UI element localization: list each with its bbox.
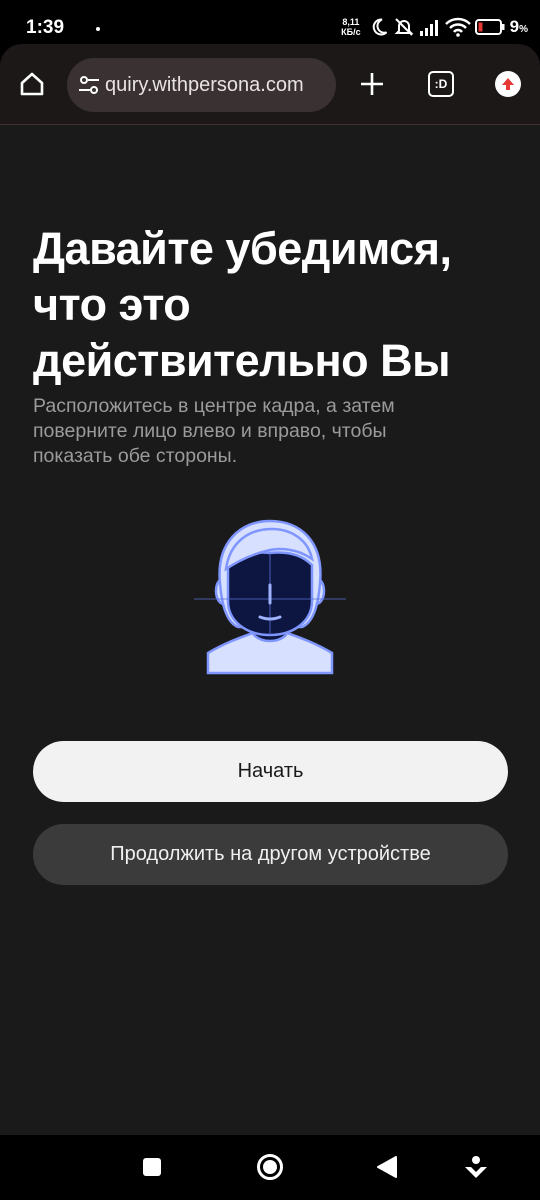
net-speed-value: 8,11 [342,17,360,27]
home-button[interactable] [10,62,54,106]
new-tab-button[interactable] [350,62,394,106]
back-triangle-icon [377,1156,397,1178]
page-title: Давайте убедимся, что это действительно … [33,221,503,389]
status-time: 1:39 [26,17,65,38]
url-text: quiry.withpersona.com [105,73,304,96]
battery-percent-suffix: % [519,24,528,35]
assistant-icon [465,1156,487,1178]
start-button[interactable]: Начать [33,741,508,802]
home-icon [20,72,44,96]
home-nav-button[interactable] [250,1147,290,1187]
update-icon [495,71,521,97]
battery-icon [474,19,505,35]
recents-square-icon [143,1158,161,1176]
signal-icon [419,18,441,36]
assistant-button[interactable] [456,1147,496,1187]
title-line-3: действительно Вы [33,335,451,386]
wifi-icon [444,17,471,37]
update-button[interactable] [486,62,530,106]
url-bar[interactable]: quiry.withpersona.com [67,58,336,112]
back-button[interactable] [367,1147,407,1187]
browser-toolbar: quiry.withpersona.com :D [0,44,540,125]
bell-off-icon [393,16,415,38]
title-line-1: Давайте убедимся, [33,223,452,274]
system-nav-bar [0,1135,540,1200]
subtitle-line-2: поверните лицо влево и вправо, чтобы [33,420,387,442]
subtitle-line-3: показать обе стороны. [33,445,238,467]
net-speed: 8,11 КБ/с [341,17,360,37]
continue-other-device-button[interactable]: Продолжить на другом устройстве [33,824,508,885]
battery-percent: 9% [510,17,528,37]
tune-icon[interactable] [77,73,101,97]
battery-percent-value: 9 [509,17,520,36]
page-subtitle: Расположитесь в центре кадра, а затем по… [33,394,493,469]
title-line-2: что это [33,279,191,330]
moon-icon [369,17,389,37]
notification-dot [96,27,100,31]
subtitle-line-1: Расположитесь в центре кадра, а затем [33,395,395,417]
status-icons: 8,11 КБ/с 9% [341,14,528,40]
tabs-icon: :D [428,71,454,97]
face-scan-icon [190,513,350,678]
tabs-button[interactable]: :D [419,62,463,106]
tabs-label: :D [434,77,448,91]
home-circle-icon [257,1154,283,1180]
plus-icon [361,73,383,95]
net-speed-unit: КБ/с [341,27,361,37]
verification-page: Давайте убедимся, что это действительно … [0,125,540,1135]
recents-button[interactable] [132,1147,172,1187]
